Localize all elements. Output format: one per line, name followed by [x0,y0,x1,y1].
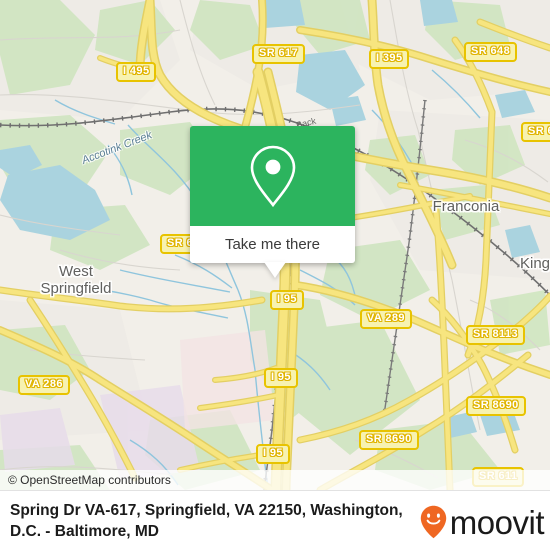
location-caption: Spring Dr VA-617, Springfield, VA 22150,… [10,502,403,540]
road-shield: I 95 [264,368,298,388]
take-me-there-button[interactable]: Take me there [190,226,355,263]
map-canvas[interactable]: Franconia West Springfield King Accotink Cr… [0,0,550,490]
road-shield: VA 289 [360,309,412,329]
popup-tail [264,262,286,278]
road-shield: I 95 [256,444,290,464]
road-shield: SR 648 [464,42,518,62]
road-shield: SR 6 [521,122,550,142]
location-pin-icon [250,145,295,208]
map-attribution-bar: © OpenStreetMap contributors [0,470,550,490]
destination-popup[interactable]: Take me there [190,126,355,278]
footer-bar: Spring Dr VA-617, Springfield, VA 22150,… [0,490,550,550]
road-shield: SR 8690 [359,430,419,450]
moovit-smiley-pin-icon [420,505,447,539]
take-me-there-label: Take me there [224,236,321,253]
road-shield: I 395 [369,49,410,69]
road-shield: SR 8690 [466,396,526,416]
map-screenshot: Franconia West Springfield King Accotink Cr… [0,0,550,550]
road-shield: I 95 [270,290,304,310]
road-shield: I 495 [116,62,157,82]
osm-attribution-text: © OpenStreetMap contributors [8,473,171,487]
moovit-logo[interactable]: moovit [420,503,545,541]
road-shield: SR 8113 [466,325,526,345]
popup-header [190,126,355,226]
road-shield: SR 617 [252,44,306,64]
road-shield: VA 286 [18,375,70,395]
moovit-wordmark: moovit [449,503,545,541]
